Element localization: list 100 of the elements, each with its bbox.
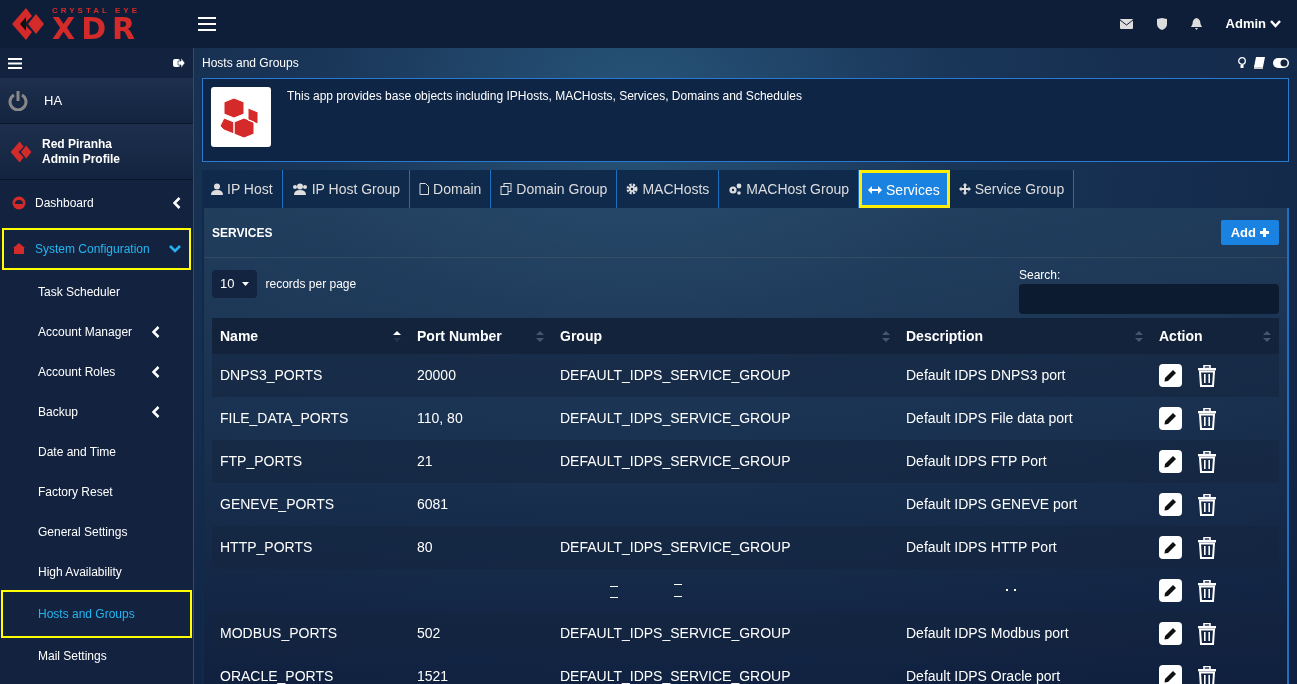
ha-label: HA: [44, 91, 63, 110]
table-cell-text: DEFAULT_IDPS_SERVICE_GROUP: [560, 624, 791, 643]
plus-icon: [1260, 228, 1269, 237]
lightbulb-icon[interactable]: [1238, 57, 1246, 69]
table-cell-text: 6081: [417, 495, 449, 514]
mail-icon[interactable]: [1119, 19, 1133, 29]
file-icon: [419, 183, 430, 195]
tab[interactable]: Service Group: [949, 170, 1075, 208]
nav-item[interactable]: Date and Time: [3, 432, 190, 472]
column-header[interactable]: Action: [1151, 318, 1279, 354]
gear-icon: [626, 183, 639, 195]
tab[interactable]: Domain Group: [491, 170, 618, 208]
pencil-icon: [1164, 627, 1177, 640]
users-icon: [291, 183, 308, 195]
column-header[interactable]: Group: [552, 318, 898, 354]
table-cell-text: Default IDPS GENEVE port: [906, 495, 1078, 514]
profile-name: Red Piranha: [42, 137, 114, 152]
edit-button[interactable]: [1159, 450, 1182, 473]
nav-item[interactable]: Account Manager: [3, 312, 190, 352]
edit-button[interactable]: [1159, 665, 1182, 684]
table-cell-text: 110, 80: [417, 409, 463, 428]
edit-button[interactable]: [1159, 364, 1182, 387]
table-cell-text: 502: [417, 624, 441, 643]
nav-item[interactable]: Dashboard: [0, 180, 193, 226]
trash-icon[interactable]: [1198, 450, 1216, 473]
table-cell-text: HTTP_PORTS: [220, 538, 313, 557]
table-cell-text: DEFAULT_IDPS_SERVICE_GROUP: [560, 452, 791, 471]
trash-icon[interactable]: [1198, 579, 1216, 602]
table-cell-text: Default IDPS DNPS3 port: [906, 366, 1066, 385]
page-size-select[interactable]: 10: [212, 270, 258, 298]
gears-icon: [728, 183, 743, 195]
chevron-left-icon: [152, 406, 160, 418]
table-cell-text: DEFAULT_IDPS_SERVICE_GROUP: [560, 667, 791, 684]
tab[interactable]: MACHost Group: [719, 170, 859, 208]
column-header[interactable]: Name: [212, 318, 409, 354]
trash-icon[interactable]: [1198, 665, 1216, 684]
tab[interactable]: IP Host Group: [282, 170, 411, 208]
search-label: Search:: [1019, 267, 1062, 284]
tab[interactable]: Services: [859, 170, 950, 208]
toggle-icon[interactable]: [1273, 58, 1289, 68]
column-header[interactable]: Port Number: [409, 318, 552, 354]
trash-icon[interactable]: [1198, 536, 1216, 559]
tab[interactable]: IP Host: [202, 170, 283, 208]
edit-button[interactable]: [1159, 407, 1182, 430]
nav-item[interactable]: Mail Settings: [3, 636, 190, 676]
trash-icon[interactable]: [1198, 493, 1216, 516]
table-cell-text: DNPS3_PORTS: [220, 366, 323, 385]
bell-icon[interactable]: [1190, 18, 1202, 30]
nav-item[interactable]: Factory Reset: [3, 472, 190, 512]
user-menu[interactable]: Admin: [1225, 14, 1281, 34]
add-button[interactable]: Add: [1220, 219, 1279, 246]
book-icon[interactable]: [1254, 57, 1265, 69]
page-title: Hosts and Groups: [202, 55, 299, 72]
app-description: This app provides base objects including IPHosts, MACHosts, Services, Domains and Schedules: [287, 88, 802, 105]
pencil-icon: [1164, 584, 1177, 597]
trash-icon[interactable]: [1198, 407, 1216, 430]
logo-text: XDR: [52, 14, 142, 42]
pencil-icon: [1164, 670, 1177, 683]
table-cell-text: ORACLE_PORTS: [220, 667, 334, 684]
caret-icon: [242, 281, 250, 286]
search-field[interactable]: [1019, 284, 1279, 314]
nav-item[interactable]: General Settings: [3, 512, 190, 552]
edit-button[interactable]: [1159, 622, 1182, 645]
table-cell-text: DEFAULT_IDPS_SERVICE_GROUP: [560, 409, 791, 428]
tab[interactable]: Domain: [410, 170, 492, 208]
trash-icon[interactable]: [1198, 622, 1216, 645]
power-icon[interactable]: [8, 90, 28, 111]
menu-icon[interactable]: [198, 16, 216, 32]
table-cell-text: DEFAULT_IDPS_SERVICE_GROUP: [560, 366, 791, 385]
edit-button[interactable]: [1159, 493, 1182, 516]
logout-icon[interactable]: [173, 58, 185, 68]
trash-icon[interactable]: [1198, 364, 1216, 387]
move-icon: [958, 183, 971, 195]
table-cell-text: 20000: [417, 366, 456, 385]
table-cell-text: MODBUS_PORTS: [220, 624, 338, 643]
edit-button[interactable]: [1159, 579, 1182, 602]
table-cell-text: FTP_PORTS: [220, 452, 303, 471]
nav-item[interactable]: Account Roles: [3, 352, 190, 392]
table-cell-text: Default IDPS Oracle port: [906, 667, 1061, 684]
nav-item[interactable]: Task Scheduler: [3, 272, 190, 312]
table-cell-text: 80: [417, 538, 433, 557]
nav-item[interactable]: High Availability: [3, 552, 190, 592]
table-cell-text: DEFAULT_IDPS_SERVICE_GROUP: [560, 538, 791, 557]
tab[interactable]: MACHosts: [617, 170, 720, 208]
table-cell-text: Default IDPS Modbus port: [906, 624, 1069, 643]
chevron-down-icon: [1270, 20, 1281, 28]
chevron-left-icon: [152, 326, 160, 338]
nav-item[interactable]: Hosts and Groups: [3, 592, 190, 636]
pencil-icon: [1164, 541, 1177, 554]
pencil-icon: [1164, 412, 1177, 425]
shield-icon[interactable]: [1156, 18, 1167, 30]
edit-button[interactable]: [1159, 536, 1182, 559]
nav-item[interactable]: Backup: [3, 392, 190, 432]
home-icon: [12, 242, 26, 256]
column-header[interactable]: Description: [898, 318, 1151, 354]
gauge-icon: [12, 196, 26, 210]
nav-item[interactable]: System Configuration: [0, 226, 193, 272]
menu-icon[interactable]: [8, 57, 22, 69]
pencil-icon: [1164, 455, 1177, 468]
user-icon: [211, 183, 223, 195]
